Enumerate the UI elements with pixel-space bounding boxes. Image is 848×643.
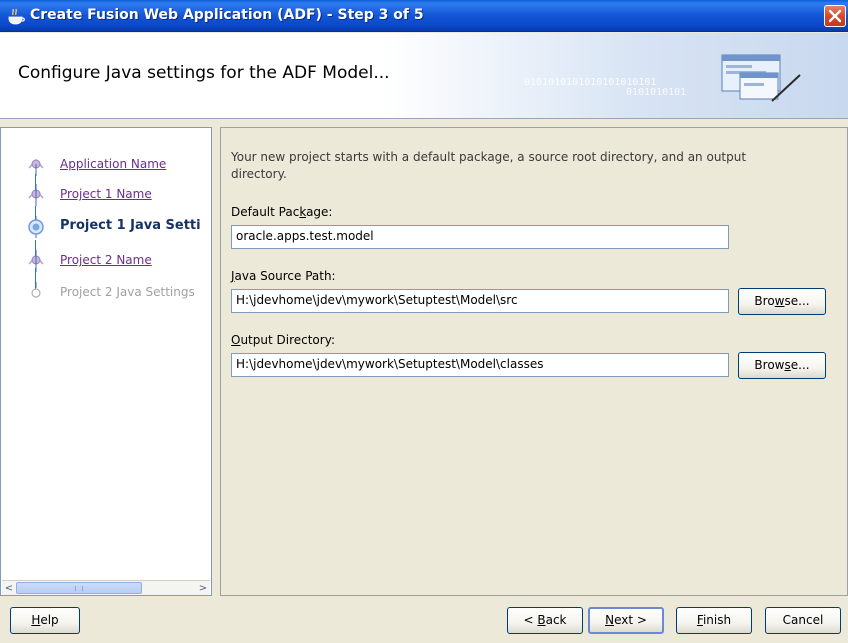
java-source-path-label: Java Source Path: xyxy=(231,269,336,283)
wizard-header: Configure Java settings for the ADF Mode… xyxy=(0,33,848,119)
wizard-footer: Help < Back Next > Finish Cancel xyxy=(0,596,848,643)
title-bar[interactable]: Create Fusion Web Application (ADF) - St… xyxy=(0,0,848,32)
jdeveloper-cup-icon xyxy=(8,8,25,25)
browse-output-button[interactable]: Browse... xyxy=(738,352,826,379)
browse-source-button[interactable]: Browse... xyxy=(738,288,826,315)
wizard-steps-panel: Application Name Project 1 Name Project … xyxy=(0,127,212,596)
scroll-right-icon[interactable]: > xyxy=(196,582,210,595)
page-title: Configure Java settings for the ADF Mode… xyxy=(18,63,390,83)
visited-step-icon xyxy=(28,184,44,206)
nav-step-label: Project 2 Java Settings xyxy=(60,285,195,299)
description-text: Your new project starts with a default p… xyxy=(231,150,747,181)
next-button[interactable]: Next > xyxy=(588,607,664,634)
nav-step-application-name[interactable]: Application Name xyxy=(1,154,211,176)
close-button[interactable] xyxy=(824,5,846,27)
cancel-button[interactable]: Cancel xyxy=(765,607,841,634)
nav-step-label: Project 1 Name xyxy=(60,187,152,201)
default-package-input[interactable]: oracle.apps.test.model xyxy=(231,225,729,249)
scrollbar-thumb[interactable] xyxy=(16,582,142,594)
nav-step-label: Project 1 Java Setti xyxy=(60,218,201,233)
nav-step-label: Application Name xyxy=(60,157,167,171)
nav-horizontal-scrollbar[interactable]: < > xyxy=(2,580,210,595)
finish-button[interactable]: Finish xyxy=(676,607,752,634)
help-button[interactable]: Help xyxy=(10,607,80,634)
java-source-path-input[interactable]: H:\jdevhome\jdev\mywork\Setuptest\Model\… xyxy=(231,289,729,313)
binary-decoration-2: 0101010101 xyxy=(626,87,687,98)
nav-step-project-1-name[interactable]: Project 1 Name xyxy=(1,184,211,206)
back-button[interactable]: < Back xyxy=(507,607,583,634)
thumb-grip-icon xyxy=(75,586,83,591)
output-directory-input[interactable]: H:\jdevhome\jdev\mywork\Setuptest\Model\… xyxy=(231,353,729,377)
scroll-left-icon[interactable]: < xyxy=(2,582,16,595)
window-title: Create Fusion Web Application (ADF) - St… xyxy=(30,7,424,23)
visited-step-icon xyxy=(28,250,44,272)
pending-step-icon xyxy=(31,282,41,298)
default-package-label: Default Package: xyxy=(231,205,333,219)
nav-step-project-2-java-settings: Project 2 Java Settings xyxy=(1,282,211,304)
java-settings-panel: Your new project starts with a default p… xyxy=(220,127,848,596)
wizard-window-icon xyxy=(721,54,801,102)
current-step-icon xyxy=(28,216,44,238)
visited-step-icon xyxy=(28,158,44,176)
nav-step-project-1-java-settings[interactable]: Project 1 Java Setti xyxy=(1,216,211,238)
output-directory-label: Output Directory: xyxy=(231,333,335,347)
close-icon xyxy=(828,9,842,23)
nav-step-project-2-name[interactable]: Project 2 Name xyxy=(1,250,211,272)
nav-step-label: Project 2 Name xyxy=(60,253,152,267)
